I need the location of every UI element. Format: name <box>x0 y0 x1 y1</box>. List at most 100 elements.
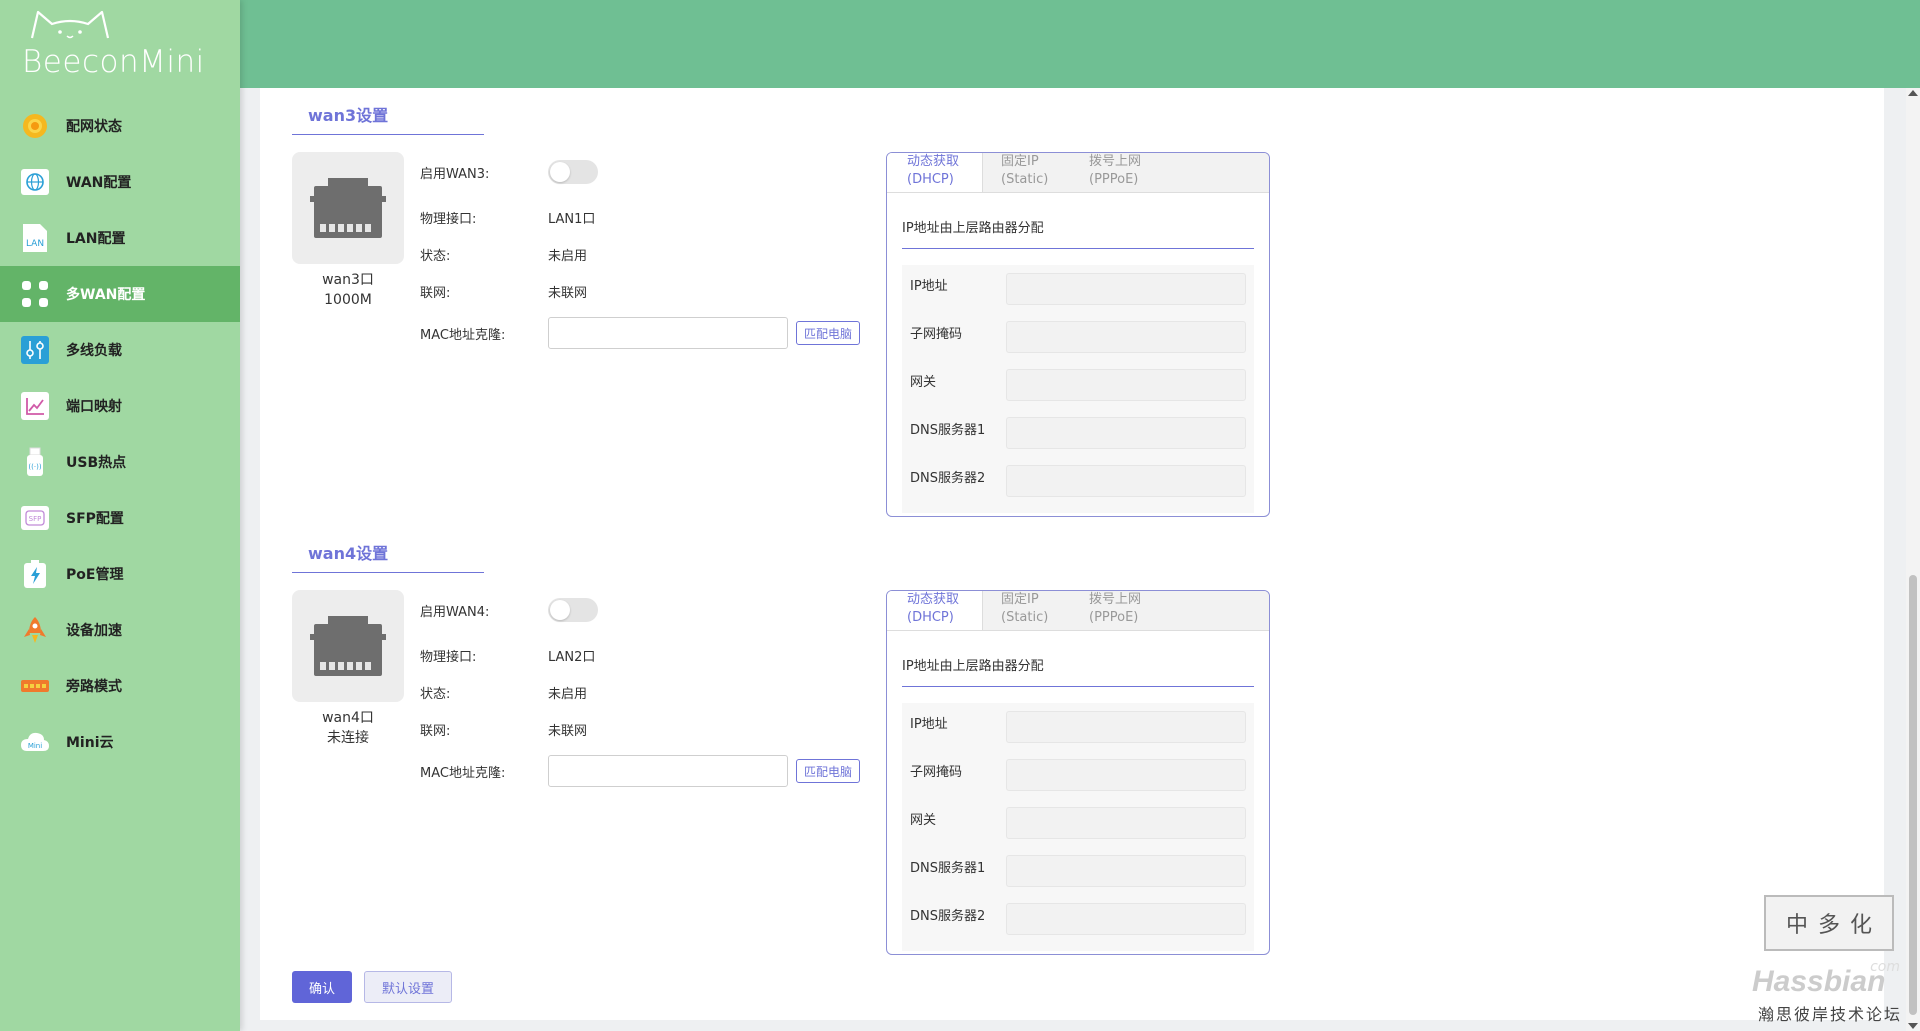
dns1-input <box>1006 417 1246 449</box>
sidebar: BeeconMini 配网状态 WAN配置 LAN LAN配置 多WAN配置 多… <box>0 0 240 1031</box>
wan4-enable-toggle[interactable] <box>548 598 598 622</box>
sidebar-item-multi-wan[interactable]: 多WAN配置 <box>0 266 240 322</box>
default-settings-button[interactable]: 默认设置 <box>364 971 452 1003</box>
wan3-port-label: wan3口 1000M <box>292 270 404 310</box>
cloud-icon: Mini <box>20 727 50 757</box>
tab-pppoe[interactable]: 拨号上网 (PPPoE) <box>1071 591 1159 630</box>
wan3-enable-row: 启用WAN3: <box>420 160 598 184</box>
sidebar-item-mini-cloud[interactable]: Mini Mini云 <box>0 714 240 770</box>
wan3-interface-value: LAN1口 <box>548 211 596 227</box>
grid-dots-icon <box>20 279 50 309</box>
sliders-icon <box>20 335 50 365</box>
wan4-port-name: wan4口 <box>322 710 374 726</box>
tab-pppoe-line1: 拨号上网 <box>1089 592 1142 607</box>
battery-bolt-icon <box>20 559 50 589</box>
tab-static-line1: 固定IP <box>1001 154 1039 169</box>
wan4-state-value: 未启用 <box>548 686 588 702</box>
wan4-port-status: 未连接 <box>327 730 369 746</box>
svg-text:Mini: Mini <box>28 742 42 750</box>
bypass-icon <box>20 671 50 701</box>
wan4-port-image <box>292 590 404 702</box>
tab-static-line2: (Static) <box>1001 172 1049 187</box>
tab-dhcp[interactable]: 动态获取 (DHCP) <box>887 591 983 630</box>
field-label: DNS服务器2 <box>910 909 986 924</box>
sidebar-item-sfp[interactable]: SFP SFP配置 <box>0 490 240 546</box>
wan4-ip-fields: IP地址 子网掩码 网关 DNS服务器1 DNS服务器2 <box>902 703 1254 951</box>
sidebar-item-label: WAN配置 <box>66 175 132 191</box>
wan3-port-name: wan3口 <box>322 272 374 288</box>
sidebar-item-usb-hotspot[interactable]: ((·)) USB热点 <box>0 434 240 490</box>
wan3-mask-field: 子网掩码 <box>910 317 1246 365</box>
gateway-input <box>1006 807 1246 839</box>
field-label: DNS服务器2 <box>910 471 986 486</box>
svg-text:((·)): ((·)) <box>28 463 41 471</box>
wan4-state-label: 状态: <box>420 686 451 702</box>
wan3-enable-toggle[interactable] <box>548 160 598 184</box>
wan3-dns1-field: DNS服务器1 <box>910 413 1246 461</box>
sidebar-item-label: 多线负载 <box>66 343 122 359</box>
wan4-match-pc-button[interactable]: 匹配电脑 <box>796 759 861 783</box>
wan3-section-title: wan3设置 <box>292 102 484 135</box>
sidebar-item-port-mapping[interactable]: 端口映射 <box>0 378 240 434</box>
wan3-interface-row: 物理接口: LAN1口 <box>420 205 595 229</box>
wan4-network-row: 联网: 未联网 <box>420 717 587 741</box>
ip-address-input <box>1006 273 1246 305</box>
sidebar-item-bypass[interactable]: 旁路模式 <box>0 658 240 714</box>
lan-icon: LAN <box>20 223 50 253</box>
field-label: IP地址 <box>910 717 948 732</box>
wan3-port-speed: 1000M <box>324 292 372 308</box>
tab-static[interactable]: 固定IP (Static) <box>983 153 1071 192</box>
wan4-section-header: wan4设置 <box>292 540 1292 573</box>
wan4-gateway-field: 网关 <box>910 803 1246 851</box>
gateway-input <box>1006 369 1246 401</box>
sidebar-item-network-status[interactable]: 配网状态 <box>0 98 240 154</box>
scrollbar-thumb[interactable] <box>1909 575 1917 1015</box>
dns1-input <box>1006 855 1246 887</box>
wan4-interface-row: 物理接口: LAN2口 <box>420 643 595 667</box>
tab-pppoe-line2: (PPPoE) <box>1089 610 1139 625</box>
seal-char: 中 <box>1785 913 1808 938</box>
field-label: DNS服务器1 <box>910 423 986 438</box>
tab-dhcp-line2: (DHCP) <box>907 172 954 187</box>
wan3-mode-tabs: 动态获取 (DHCP) 固定IP (Static) 拨号上网 (PPPoE) <box>887 153 1269 193</box>
sfp-icon: SFP <box>20 503 50 533</box>
wan3-enable-label: 启用WAN3: <box>420 166 490 182</box>
wan4-enable-row: 启用WAN4: <box>420 598 598 622</box>
wan4-mac-input[interactable] <box>548 755 788 787</box>
wan3-mac-input[interactable] <box>548 317 788 349</box>
wan4-mode-panel: 动态获取 (DHCP) 固定IP (Static) 拨号上网 (PPPoE) I… <box>886 590 1270 955</box>
tab-dhcp[interactable]: 动态获取 (DHCP) <box>887 153 983 192</box>
sidebar-item-label: USB热点 <box>66 455 127 471</box>
tab-static[interactable]: 固定IP (Static) <box>983 591 1071 630</box>
wan3-ip-field: IP地址 <box>910 269 1246 317</box>
wan3-network-value: 未联网 <box>548 285 588 301</box>
sidebar-item-load-balance[interactable]: 多线负载 <box>0 322 240 378</box>
rocket-icon <box>20 615 50 645</box>
sidebar-item-poe[interactable]: PoE管理 <box>0 546 240 602</box>
wan4-ip-field: IP地址 <box>910 707 1246 755</box>
sidebar-item-acceleration[interactable]: 设备加速 <box>0 602 240 658</box>
tab-pppoe[interactable]: 拨号上网 (PPPoE) <box>1071 153 1159 192</box>
scroll-down-icon[interactable] <box>1908 1023 1918 1029</box>
brand-name: BeeconMini <box>22 44 205 80</box>
logo[interactable]: BeeconMini <box>0 0 240 88</box>
sidebar-item-lan[interactable]: LAN LAN配置 <box>0 210 240 266</box>
confirm-button[interactable]: 确认 <box>292 971 352 1003</box>
sidebar-item-wan[interactable]: WAN配置 <box>0 154 240 210</box>
tab-static-line2: (Static) <box>1001 610 1049 625</box>
wan3-section-header: wan3设置 <box>292 102 1292 135</box>
wan4-mask-field: 子网掩码 <box>910 755 1246 803</box>
tab-pppoe-line2: (PPPoE) <box>1089 172 1139 187</box>
wan3-mode-panel: 动态获取 (DHCP) 固定IP (Static) 拨号上网 (PPPoE) I… <box>886 152 1270 517</box>
sidebar-item-label: 配网状态 <box>66 119 122 135</box>
field-label: IP地址 <box>910 279 948 294</box>
wan3-interface-label: 物理接口: <box>420 211 477 227</box>
scroll-up-icon[interactable] <box>1908 90 1918 96</box>
wan4-interface-label: 物理接口: <box>420 649 477 665</box>
wan3-match-pc-button[interactable]: 匹配电脑 <box>796 321 861 345</box>
svg-text:LAN: LAN <box>26 239 44 249</box>
watermark-cn-text: 瀚思彼岸技术论坛 <box>1758 1005 1903 1024</box>
watermark: 中 多 化 com Hassbian 瀚思彼岸技术论坛 <box>1752 895 1902 1025</box>
globe-icon <box>20 167 50 197</box>
ethernet-port-icon <box>310 178 386 238</box>
